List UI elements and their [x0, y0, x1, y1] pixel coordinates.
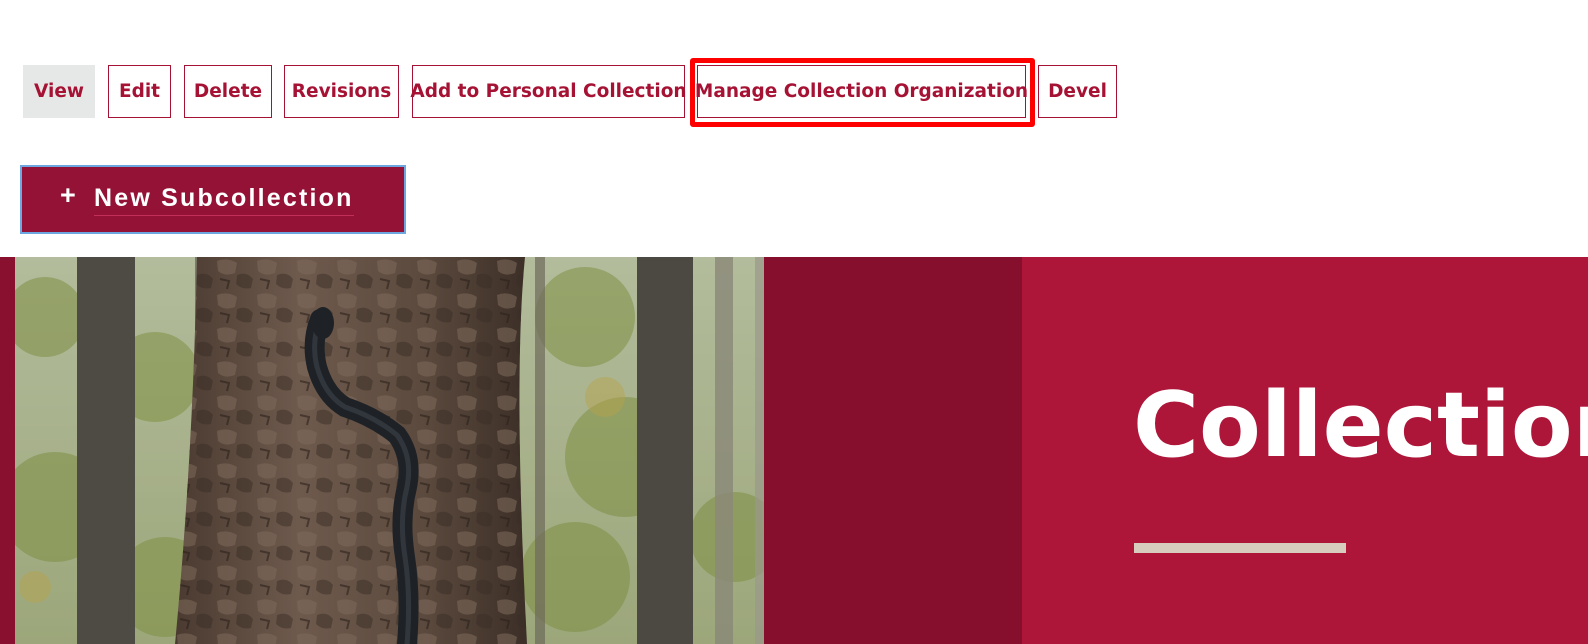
plus-icon: +: [60, 180, 78, 210]
forest-snake-photo: [15, 257, 764, 644]
tab-revisions[interactable]: Revisions: [284, 65, 399, 118]
tab-edit[interactable]: Edit: [108, 65, 171, 118]
tab-view[interactable]: View: [23, 65, 95, 118]
tab-add-to-personal-collection[interactable]: Add to Personal Collection: [410, 65, 687, 118]
tab-devel[interactable]: Devel: [1038, 65, 1117, 118]
hero-dark-panel: [764, 257, 1022, 644]
hero-left-strip: [0, 257, 15, 644]
collection-hero: Collection: [0, 257, 1588, 644]
hero-photo: [15, 257, 764, 644]
new-subcollection-button[interactable]: + New Subcollection: [20, 165, 406, 234]
tab-manage-collection-organization[interactable]: Manage Collection Organization: [695, 65, 1028, 118]
new-subcollection-label: New Subcollection: [93, 184, 354, 216]
tab-delete[interactable]: Delete: [184, 65, 272, 118]
title-underline-rule: [1134, 543, 1346, 553]
page-title: Collection: [1133, 373, 1588, 478]
